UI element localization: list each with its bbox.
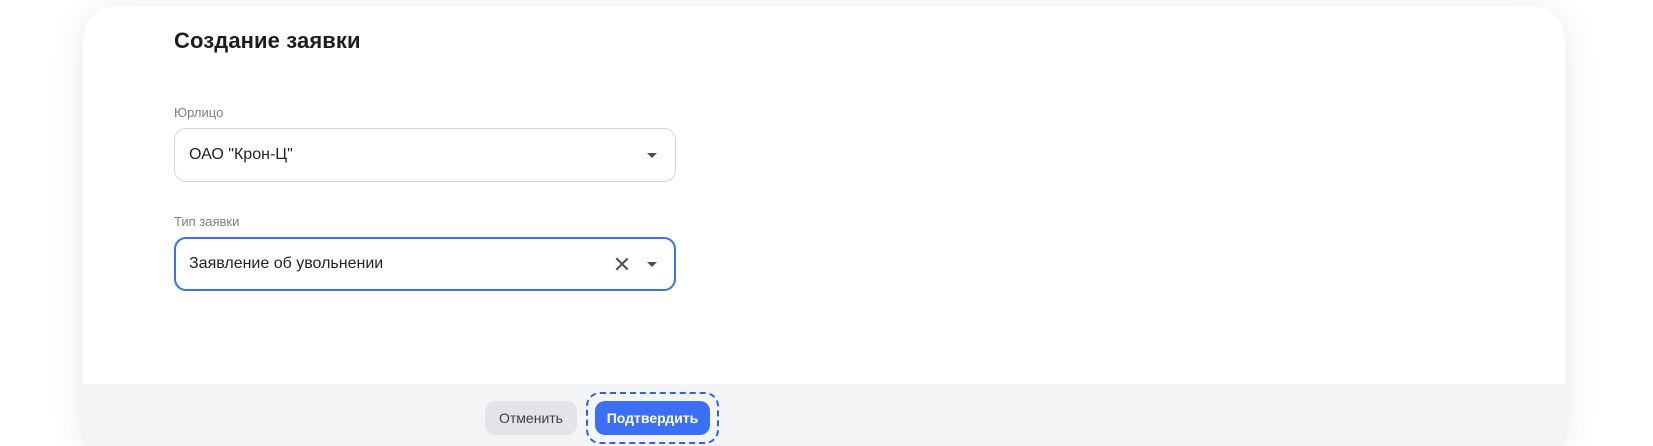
chevron-down-icon[interactable] (647, 152, 657, 158)
request-type-select[interactable]: Заявление об увольнении (174, 237, 676, 291)
dialog-title: Создание заявки (174, 28, 361, 53)
confirm-button[interactable]: Подтвердить (595, 401, 710, 435)
entity-select[interactable]: ОАО "Крон-Ц" (174, 128, 676, 182)
create-request-dialog: Создание заявки Юрлицо ОАО "Крон-Ц" Тип … (83, 6, 1565, 446)
entity-label: Юрлицо (174, 105, 224, 120)
page: Создание заявки Юрлицо ОАО "Крон-Ц" Тип … (0, 0, 1653, 446)
chevron-down-icon[interactable] (647, 261, 657, 267)
request-type-label: Тип заявки (174, 214, 240, 229)
request-type-value: Заявление об увольнении (189, 255, 384, 272)
dialog-footer: Отменить Подтвердить (83, 384, 1565, 446)
clear-icon[interactable] (615, 257, 629, 271)
entity-value: ОАО "Крон-Ц" (189, 146, 293, 163)
cancel-button[interactable]: Отменить (485, 401, 577, 435)
